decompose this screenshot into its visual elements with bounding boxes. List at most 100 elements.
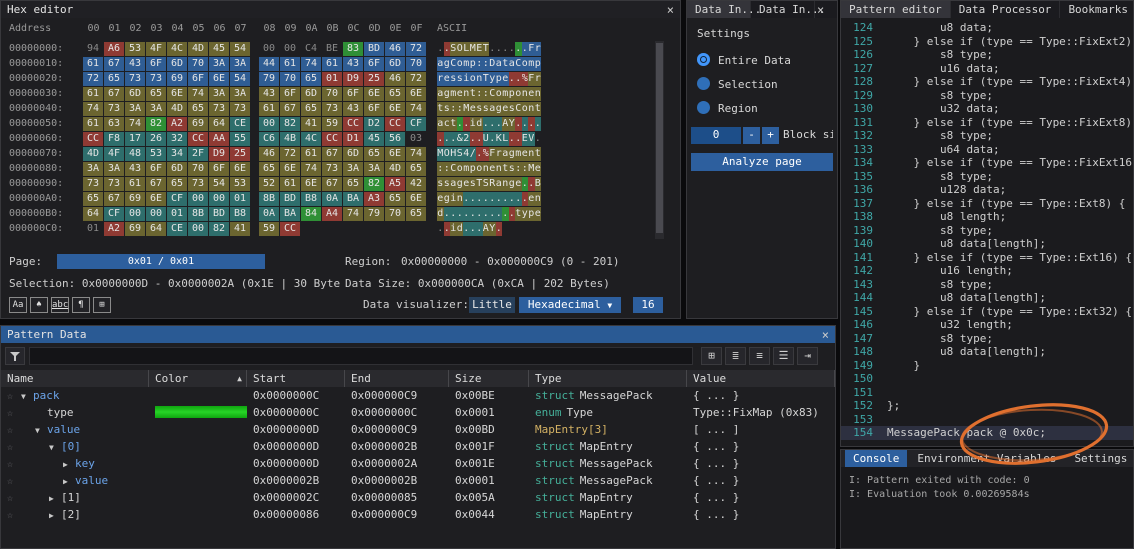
hex-byte[interactable]: 3A bbox=[230, 87, 250, 101]
column-header-size[interactable]: Size bbox=[449, 370, 529, 387]
code-line[interactable]: 128 } else if (type == Type::FixExt4) { bbox=[841, 75, 1133, 89]
hex-byte[interactable]: F8 bbox=[104, 132, 124, 146]
hex-byte[interactable]: 3A bbox=[364, 162, 384, 176]
hex-byte[interactable]: 53 bbox=[146, 147, 166, 161]
hex-byte[interactable]: 82 bbox=[364, 177, 384, 191]
hex-byte[interactable]: 43 bbox=[343, 102, 363, 116]
code-line[interactable]: 133 u64 data; bbox=[841, 143, 1133, 157]
code-line[interactable]: 124 u8 data; bbox=[841, 21, 1133, 35]
ascii-char[interactable]: B bbox=[535, 177, 542, 191]
hex-byte[interactable]: 70 bbox=[188, 162, 208, 176]
hex-byte[interactable]: 8B bbox=[188, 207, 208, 221]
expand-right-icon[interactable]: ⇥ bbox=[797, 347, 818, 365]
hex-byte[interactable]: 56 bbox=[385, 132, 405, 146]
code-line[interactable]: 148 u8 data[length]; bbox=[841, 345, 1133, 359]
hex-byte[interactable]: D2 bbox=[364, 117, 384, 131]
hex-byte[interactable]: 4D bbox=[385, 162, 405, 176]
hex-byte[interactable]: 45 bbox=[364, 132, 384, 146]
hex-byte[interactable]: D9 bbox=[343, 72, 363, 86]
hex-byte[interactable]: CC bbox=[188, 132, 208, 146]
hex-byte[interactable]: 82 bbox=[280, 117, 300, 131]
hex-byte[interactable]: 6F bbox=[146, 57, 166, 71]
hex-byte[interactable]: 69 bbox=[125, 222, 145, 236]
hex-byte[interactable]: 65 bbox=[364, 147, 384, 161]
star-icon[interactable]: ☆ bbox=[7, 422, 21, 438]
tree-closed-icon[interactable]: ▶ bbox=[63, 473, 75, 489]
hex-byte[interactable]: 59 bbox=[322, 117, 342, 131]
ascii-char[interactable]: t bbox=[535, 102, 542, 116]
hex-byte[interactable]: 3A bbox=[209, 87, 229, 101]
hex-byte[interactable]: 65 bbox=[385, 87, 405, 101]
hex-byte[interactable]: 67 bbox=[322, 147, 342, 161]
hex-byte[interactable]: 0A bbox=[259, 207, 279, 221]
hex-byte[interactable]: 74 bbox=[125, 117, 145, 131]
hex-byte[interactable]: A2 bbox=[104, 222, 124, 236]
hex-byte[interactable]: 4C bbox=[301, 132, 321, 146]
column-header-value[interactable]: Value bbox=[687, 370, 835, 387]
ascii-char[interactable]: . bbox=[535, 117, 542, 131]
hex-byte[interactable]: 6F bbox=[146, 162, 166, 176]
hex-byte[interactable]: 94 bbox=[83, 42, 103, 56]
hex-byte[interactable]: 82 bbox=[146, 117, 166, 131]
code-line[interactable]: 125 } else if (type == Type::FixExt2) { bbox=[841, 35, 1133, 49]
hex-byte[interactable]: 65 bbox=[301, 102, 321, 116]
hex-byte[interactable]: 61 bbox=[301, 147, 321, 161]
hex-byte[interactable]: 4D bbox=[167, 102, 187, 116]
decoding-column-toggle-button[interactable]: ¶ bbox=[72, 297, 90, 313]
tree-closed-icon[interactable]: ▶ bbox=[49, 507, 61, 523]
hex-scrollbar[interactable] bbox=[655, 41, 664, 239]
ascii-column-toggle-button[interactable]: abc bbox=[51, 297, 69, 313]
hex-byte[interactable]: 4D bbox=[188, 42, 208, 56]
hex-byte[interactable]: 43 bbox=[259, 87, 279, 101]
hex-byte[interactable]: CC bbox=[385, 117, 405, 131]
hex-byte[interactable]: 6D bbox=[125, 87, 145, 101]
column-header-start[interactable]: Start bbox=[247, 370, 345, 387]
tree-view-icon[interactable]: ≣ bbox=[725, 347, 746, 365]
hex-byte[interactable]: 00 bbox=[188, 192, 208, 206]
hex-byte[interactable]: 6E bbox=[230, 162, 250, 176]
hex-byte[interactable]: CC bbox=[343, 117, 363, 131]
hex-byte[interactable]: 3A bbox=[104, 162, 124, 176]
star-icon[interactable]: ☆ bbox=[7, 490, 21, 506]
hex-byte[interactable]: 6E bbox=[406, 192, 426, 206]
hex-byte[interactable]: 73 bbox=[209, 102, 229, 116]
pattern-table-header[interactable]: NameColor▲StartEndSizeTypeValue bbox=[1, 370, 835, 387]
hex-byte[interactable]: B8 bbox=[301, 192, 321, 206]
close-icon[interactable]: × bbox=[667, 3, 674, 17]
radio-row-entire-data[interactable]: Entire Data bbox=[697, 49, 791, 68]
hex-byte[interactable]: C6 bbox=[259, 132, 279, 146]
hex-byte[interactable]: 65 bbox=[259, 162, 279, 176]
hex-byte[interactable]: 00 bbox=[259, 117, 279, 131]
hex-byte[interactable]: D1 bbox=[343, 132, 363, 146]
block-size-increment-button[interactable]: + bbox=[762, 127, 779, 144]
grid-toggle-button[interactable]: ⊞ bbox=[93, 297, 111, 313]
hex-byte[interactable]: BD bbox=[209, 207, 229, 221]
hex-byte[interactable]: 01 bbox=[322, 72, 342, 86]
hex-byte[interactable]: 69 bbox=[125, 192, 145, 206]
hex-byte[interactable]: 65 bbox=[406, 162, 426, 176]
row-list-icon[interactable]: ☰ bbox=[773, 347, 794, 365]
star-icon[interactable]: ☆ bbox=[7, 456, 21, 472]
hex-byte[interactable]: 70 bbox=[322, 87, 342, 101]
radio-icon[interactable] bbox=[697, 77, 710, 90]
code-line[interactable]: 134 } else if (type == Type::FixExt16) { bbox=[841, 156, 1133, 170]
hex-byte[interactable]: 72 bbox=[280, 147, 300, 161]
hex-byte[interactable]: 6E bbox=[385, 102, 405, 116]
hex-byte[interactable]: 6D bbox=[385, 57, 405, 71]
hex-byte[interactable]: 61 bbox=[280, 177, 300, 191]
pattern-table-row[interactable]: ☆▶value0x0000002B0x0000002B0x0001structM… bbox=[1, 472, 835, 489]
ascii-char[interactable]: r bbox=[535, 72, 542, 86]
code-line[interactable]: 137 } else if (type == Type::Ext8) { bbox=[841, 197, 1133, 211]
hex-byte[interactable]: 84 bbox=[301, 207, 321, 221]
code-line[interactable]: 151 bbox=[841, 386, 1133, 400]
hex-case-toggle-button[interactable]: Aa bbox=[9, 297, 27, 313]
sort-ascending-icon[interactable]: ▲ bbox=[237, 370, 242, 387]
hex-byte[interactable]: 79 bbox=[364, 207, 384, 221]
code-line[interactable]: 129 s8 type; bbox=[841, 89, 1133, 103]
code-line[interactable]: 153 bbox=[841, 413, 1133, 427]
hex-byte[interactable]: CF bbox=[167, 192, 187, 206]
ascii-char[interactable]: n bbox=[535, 87, 542, 101]
hex-byte[interactable]: 67 bbox=[322, 177, 342, 191]
hex-byte[interactable]: 70 bbox=[280, 72, 300, 86]
hex-byte[interactable]: 41 bbox=[301, 117, 321, 131]
